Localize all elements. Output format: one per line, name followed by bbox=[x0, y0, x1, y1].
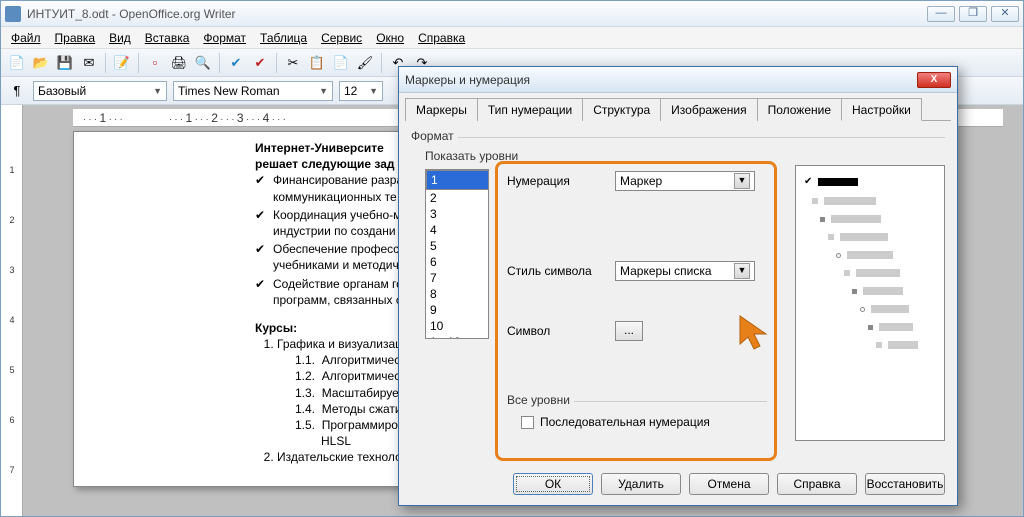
dialog-tabs: Маркеры Тип нумерации Структура Изображе… bbox=[405, 97, 951, 121]
help-button[interactable]: Справка bbox=[777, 473, 857, 495]
spellcheck-icon[interactable]: ✔ bbox=[226, 53, 246, 73]
cancel-button[interactable]: Отмена bbox=[689, 473, 769, 495]
level-item[interactable]: 3 bbox=[426, 206, 488, 222]
mail-icon[interactable]: ✉ bbox=[79, 53, 99, 73]
tab-settings[interactable]: Настройки bbox=[841, 98, 922, 121]
level-item[interactable]: 4 bbox=[426, 222, 488, 238]
level-item[interactable]: 8 bbox=[426, 286, 488, 302]
menu-table[interactable]: Таблица bbox=[254, 29, 313, 47]
paste-icon[interactable]: 📄 bbox=[331, 53, 351, 73]
delete-button[interactable]: Удалить bbox=[601, 473, 681, 495]
all-levels-label: Все уровни bbox=[507, 393, 570, 407]
styles-icon[interactable]: ¶ bbox=[7, 81, 27, 101]
menu-help[interactable]: Справка bbox=[412, 29, 471, 47]
cut-icon[interactable]: ✂ bbox=[283, 53, 303, 73]
titlebar: ИНТУИТ_8.odt - OpenOffice.org Writer — ❐… bbox=[1, 1, 1023, 27]
new-doc-icon[interactable]: 📄 bbox=[7, 53, 27, 73]
level-item[interactable]: 2 bbox=[426, 190, 488, 206]
level-item[interactable]: 9 bbox=[426, 302, 488, 318]
tab-markers[interactable]: Маркеры bbox=[405, 98, 478, 121]
pdf-icon[interactable]: ▫ bbox=[145, 53, 165, 73]
levels-listbox[interactable]: 1 2 3 4 5 6 7 8 9 10 1 - 10 bbox=[425, 169, 489, 339]
restore-button[interactable]: Восстановить bbox=[865, 473, 945, 495]
numbering-select[interactable]: Маркер▼ bbox=[615, 171, 755, 191]
tab-numtype[interactable]: Тип нумерации bbox=[477, 98, 583, 121]
window-title: ИНТУИТ_8.odt - OpenOffice.org Writer bbox=[27, 7, 927, 21]
format-group-label: Формат bbox=[411, 129, 454, 143]
level-item[interactable]: 5 bbox=[426, 238, 488, 254]
dialog-buttons: ОК Удалить Отмена Справка Восстановить bbox=[513, 473, 945, 495]
open-icon[interactable]: 📂 bbox=[31, 53, 51, 73]
size-combo[interactable]: 12▼ bbox=[339, 81, 383, 101]
tab-structure[interactable]: Структура bbox=[582, 98, 661, 121]
save-icon[interactable]: 💾 bbox=[55, 53, 75, 73]
edit-icon[interactable]: 📝 bbox=[112, 53, 132, 73]
numbering-value: Маркер bbox=[620, 174, 662, 188]
tab-position[interactable]: Положение bbox=[757, 98, 842, 121]
checkbox-icon bbox=[521, 416, 534, 429]
maximize-button[interactable]: ❐ bbox=[959, 6, 987, 22]
menu-view[interactable]: Вид bbox=[103, 29, 137, 47]
sequential-checkbox[interactable]: Последовательная нумерация bbox=[521, 415, 767, 429]
charstyle-select[interactable]: Маркеры списка▼ bbox=[615, 261, 755, 281]
menubar: Файл Правка Вид Вставка Формат Таблица С… bbox=[1, 27, 1023, 49]
minimize-button[interactable]: — bbox=[927, 6, 955, 22]
level-item[interactable]: 6 bbox=[426, 254, 488, 270]
level-item[interactable]: 7 bbox=[426, 270, 488, 286]
charstyle-value: Маркеры списка bbox=[620, 264, 712, 278]
menu-edit[interactable]: Правка bbox=[49, 29, 102, 47]
copy-icon[interactable]: 📋 bbox=[307, 53, 327, 73]
menu-window[interactable]: Окно bbox=[370, 29, 410, 47]
level-item[interactable]: 10 bbox=[426, 318, 488, 334]
symbol-label: Символ bbox=[507, 324, 607, 338]
style-combo[interactable]: Базовый▼ bbox=[33, 81, 167, 101]
dialog-titlebar: Маркеры и нумерация X bbox=[399, 67, 957, 93]
vertical-ruler: 1 2 3 4 5 6 7 bbox=[1, 105, 23, 516]
menu-file[interactable]: Файл bbox=[5, 29, 47, 47]
app-icon bbox=[5, 6, 21, 22]
dialog-title: Маркеры и нумерация bbox=[405, 73, 917, 87]
print-icon[interactable]: 🖨 bbox=[169, 53, 189, 73]
size-value: 12 bbox=[344, 84, 357, 98]
level-item[interactable]: 1 - 10 bbox=[426, 334, 488, 339]
autocheck-icon[interactable]: ✔ bbox=[250, 53, 270, 73]
symbol-button[interactable]: ... bbox=[615, 321, 643, 341]
numbering-label: Нумерация bbox=[507, 174, 607, 188]
sequential-label: Последовательная нумерация bbox=[540, 415, 710, 429]
brush-icon[interactable]: 🖌 bbox=[355, 53, 375, 73]
font-combo[interactable]: Times New Roman▼ bbox=[173, 81, 333, 101]
preview-panel: ✔ bbox=[795, 165, 945, 441]
level-item[interactable]: 1 bbox=[426, 170, 489, 190]
preview-icon[interactable]: 🔍 bbox=[193, 53, 213, 73]
bullets-numbering-dialog: Маркеры и нумерация X Маркеры Тип нумера… bbox=[398, 66, 958, 506]
charstyle-label: Стиль символа bbox=[507, 264, 607, 278]
close-button[interactable]: ✕ bbox=[991, 6, 1019, 22]
menu-service[interactable]: Сервис bbox=[315, 29, 368, 47]
menu-insert[interactable]: Вставка bbox=[139, 29, 196, 47]
dialog-close-button[interactable]: X bbox=[917, 72, 951, 88]
ok-button[interactable]: ОК bbox=[513, 473, 593, 495]
font-value: Times New Roman bbox=[178, 84, 280, 98]
style-value: Базовый bbox=[38, 84, 86, 98]
menu-format[interactable]: Формат bbox=[197, 29, 252, 47]
tab-images[interactable]: Изображения bbox=[660, 98, 757, 121]
